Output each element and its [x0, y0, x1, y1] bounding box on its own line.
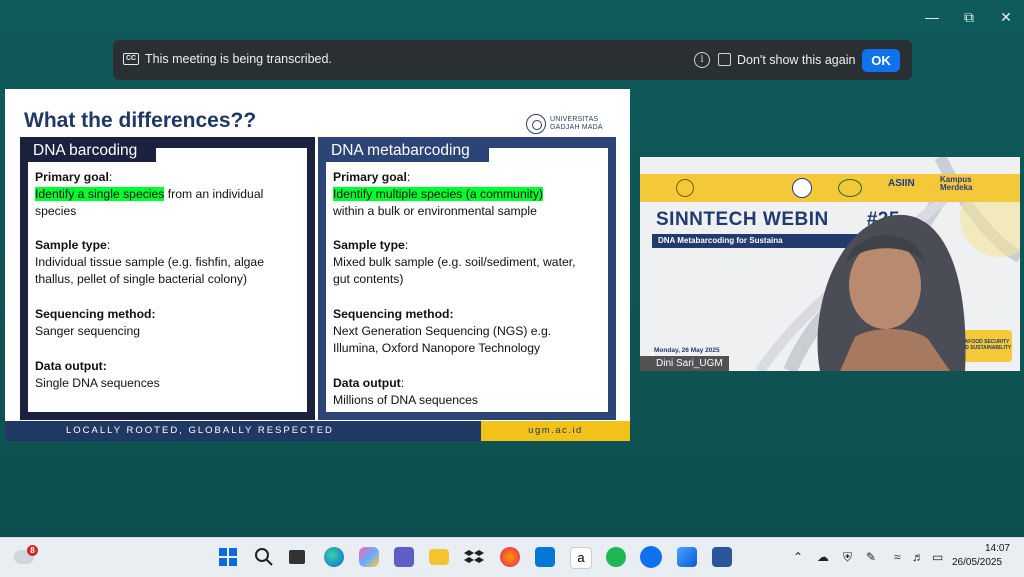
ok-button[interactable]: OK: [862, 49, 900, 72]
info-icon[interactable]: i: [694, 52, 710, 68]
kampus-merdeka-logo: Kampus Merdeka: [940, 175, 973, 192]
firefox-icon[interactable]: [500, 547, 520, 567]
university-logo: UNIVERSITAS GADJAH MADA: [526, 113, 606, 135]
store-icon[interactable]: [535, 547, 555, 567]
wifi-icon[interactable]: ≈: [894, 550, 901, 564]
seafood-logo-icon: [838, 179, 862, 197]
dont-show-label[interactable]: Don't show this again: [737, 53, 855, 67]
ugm-logo-icon: [676, 179, 694, 197]
minimize-icon: —: [925, 9, 939, 25]
box-header: DNA barcoding: [33, 142, 138, 159]
edge-browser-icon[interactable]: [324, 547, 344, 567]
highlight-text: Identify a single species: [35, 187, 165, 201]
word-icon[interactable]: [712, 547, 732, 567]
closed-caption-icon: CC: [123, 53, 139, 65]
volume-icon[interactable]: ♬: [912, 550, 924, 564]
clock-time[interactable]: 14:07: [976, 543, 1010, 554]
slide-footer: LOCALLY ROOTED, GLOBALLY RESPECTED: [5, 421, 481, 441]
highlight-text: Identify multiple species (a community): [333, 187, 543, 201]
ugm-emblem-icon: [526, 114, 546, 134]
photos-icon[interactable]: [677, 547, 697, 567]
search-button[interactable]: [254, 547, 274, 567]
pen-icon[interactable]: ✎: [866, 550, 876, 564]
transcription-banner: CC This meeting is being transcribed. i …: [113, 40, 912, 80]
search-icon: [255, 548, 273, 566]
dont-show-checkbox[interactable]: [718, 53, 731, 66]
taskbar: 8 a ⌃ ☁ ⛨ ✎ ≈ ♬ ▭ 14:07 26/05/2025: [0, 537, 1024, 577]
slide-footer-url: ugm.ac.id: [481, 421, 630, 441]
close-icon: ✕: [1000, 9, 1012, 25]
dropbox-icon[interactable]: [464, 547, 484, 567]
show-hidden-icons-chevron-icon[interactable]: ⌃: [793, 550, 803, 564]
dna-metabarcoding-box: DNA metabarcoding Primary goal: Identify…: [318, 137, 616, 420]
slide-title: What the differences??: [24, 109, 257, 132]
participant-name: Dini Sari_UGM: [640, 356, 729, 371]
restore-icon: ⧉: [964, 9, 974, 25]
restore-button[interactable]: ⧉: [955, 8, 983, 26]
faculty-logo-icon: [792, 178, 812, 198]
onedrive-icon[interactable]: ☁: [817, 550, 829, 564]
asiin-logo: ASIIN: [888, 178, 915, 189]
spotify-icon[interactable]: [606, 547, 626, 567]
teams-icon[interactable]: [394, 547, 414, 567]
minimize-button[interactable]: —: [918, 8, 946, 26]
box-header: DNA metabarcoding: [331, 142, 470, 159]
security-shield-icon[interactable]: ⛨: [843, 550, 852, 565]
file-explorer-icon[interactable]: [429, 549, 449, 565]
clock-date[interactable]: 26/05/2025: [952, 557, 1002, 568]
speaker-video-tile[interactable]: ASIIN KampusMerdeka SINNTECH WEBIN#25 DN…: [640, 157, 1020, 371]
battery-icon[interactable]: ▭: [932, 550, 943, 564]
banner-message: This meeting is being transcribed.: [145, 52, 332, 66]
start-button[interactable]: [218, 547, 238, 567]
amazon-icon[interactable]: a: [570, 547, 592, 569]
zoom-icon[interactable]: [640, 546, 662, 568]
close-button[interactable]: ✕: [992, 8, 1020, 26]
weather-badge: 8: [27, 545, 38, 556]
shared-slide: What the differences?? UNIVERSITAS GADJA…: [5, 89, 630, 441]
speaker-person: [817, 214, 966, 371]
copilot-icon[interactable]: [359, 547, 379, 567]
windows-logo-icon: [219, 548, 237, 566]
webinar-date: Monday, 26 May 2025: [654, 347, 720, 354]
task-view-icon[interactable]: [289, 550, 305, 564]
dna-barcoding-box: DNA barcoding Primary goal: Identify a s…: [20, 137, 315, 420]
